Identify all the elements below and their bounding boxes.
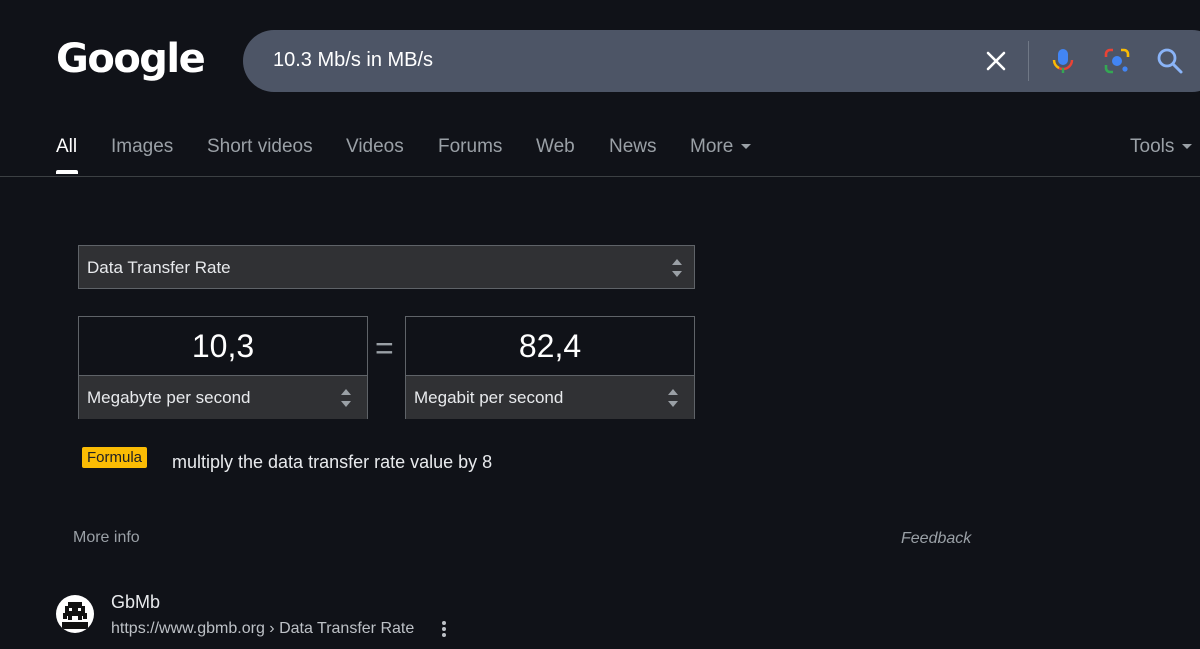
more-options-icon[interactable]: [440, 621, 448, 639]
select-arrows-icon: [341, 389, 351, 407]
tab-news[interactable]: News: [609, 136, 657, 158]
active-tab-indicator: [56, 170, 78, 174]
result-site-name[interactable]: GbMb: [111, 592, 160, 613]
searchbar-divider: [1028, 41, 1029, 81]
result-url[interactable]: https://www.gbmb.org › Data Transfer Rat…: [111, 620, 414, 638]
to-unit-panel: 82,4 Megabit per second: [405, 316, 695, 419]
select-arrows-icon: [672, 259, 682, 277]
feedback-link[interactable]: Feedback: [901, 530, 971, 548]
google-results-page: Google 10.3 Mb/s in MB/s All Images Shor…: [0, 0, 1200, 649]
tabs-divider: [0, 176, 1200, 177]
from-value-input[interactable]: 10,3: [79, 317, 367, 375]
from-unit-panel: 10,3 Megabyte per second: [78, 316, 368, 419]
from-unit-select[interactable]: Megabyte per second: [79, 375, 367, 419]
equals-sign: =: [375, 330, 394, 366]
google-logo[interactable]: Google: [56, 36, 206, 82]
more-info-link[interactable]: More info: [73, 529, 140, 547]
voice-search-mic-icon[interactable]: [1047, 45, 1079, 77]
search-tabs: All Images Short videos Videos Forums We…: [0, 132, 1200, 176]
from-unit-label: Megabyte per second: [87, 388, 251, 407]
tab-more-label: More: [690, 136, 734, 157]
tab-images[interactable]: Images: [111, 136, 173, 158]
chevron-down-icon: [1182, 144, 1193, 150]
tools-label: Tools: [1130, 136, 1175, 157]
tab-more[interactable]: More: [690, 136, 752, 158]
search-icon[interactable]: [1154, 45, 1186, 77]
tools-button[interactable]: Tools: [1130, 136, 1193, 158]
to-unit-select[interactable]: Megabit per second: [406, 375, 694, 419]
to-value-input[interactable]: 82,4: [406, 317, 694, 375]
category-select[interactable]: Data Transfer Rate: [78, 245, 695, 289]
tab-short-videos[interactable]: Short videos: [207, 136, 313, 158]
search-input[interactable]: 10.3 Mb/s in MB/s: [273, 49, 433, 72]
category-select-label: Data Transfer Rate: [87, 258, 231, 277]
tab-videos[interactable]: Videos: [346, 136, 404, 158]
tab-forums[interactable]: Forums: [438, 136, 502, 158]
google-lens-icon[interactable]: [1101, 45, 1133, 77]
select-arrows-icon: [668, 389, 678, 407]
tab-web[interactable]: Web: [536, 136, 575, 158]
gbmb-favicon-icon: [56, 595, 94, 633]
formula-text: multiply the data transfer rate value by…: [172, 452, 493, 472]
chevron-down-icon: [741, 144, 752, 150]
search-bar[interactable]: 10.3 Mb/s in MB/s: [243, 30, 1200, 92]
clear-icon[interactable]: [980, 45, 1012, 77]
to-unit-label: Megabit per second: [414, 388, 564, 407]
formula-badge: Formula: [82, 447, 148, 468]
tab-all[interactable]: All: [56, 136, 77, 158]
